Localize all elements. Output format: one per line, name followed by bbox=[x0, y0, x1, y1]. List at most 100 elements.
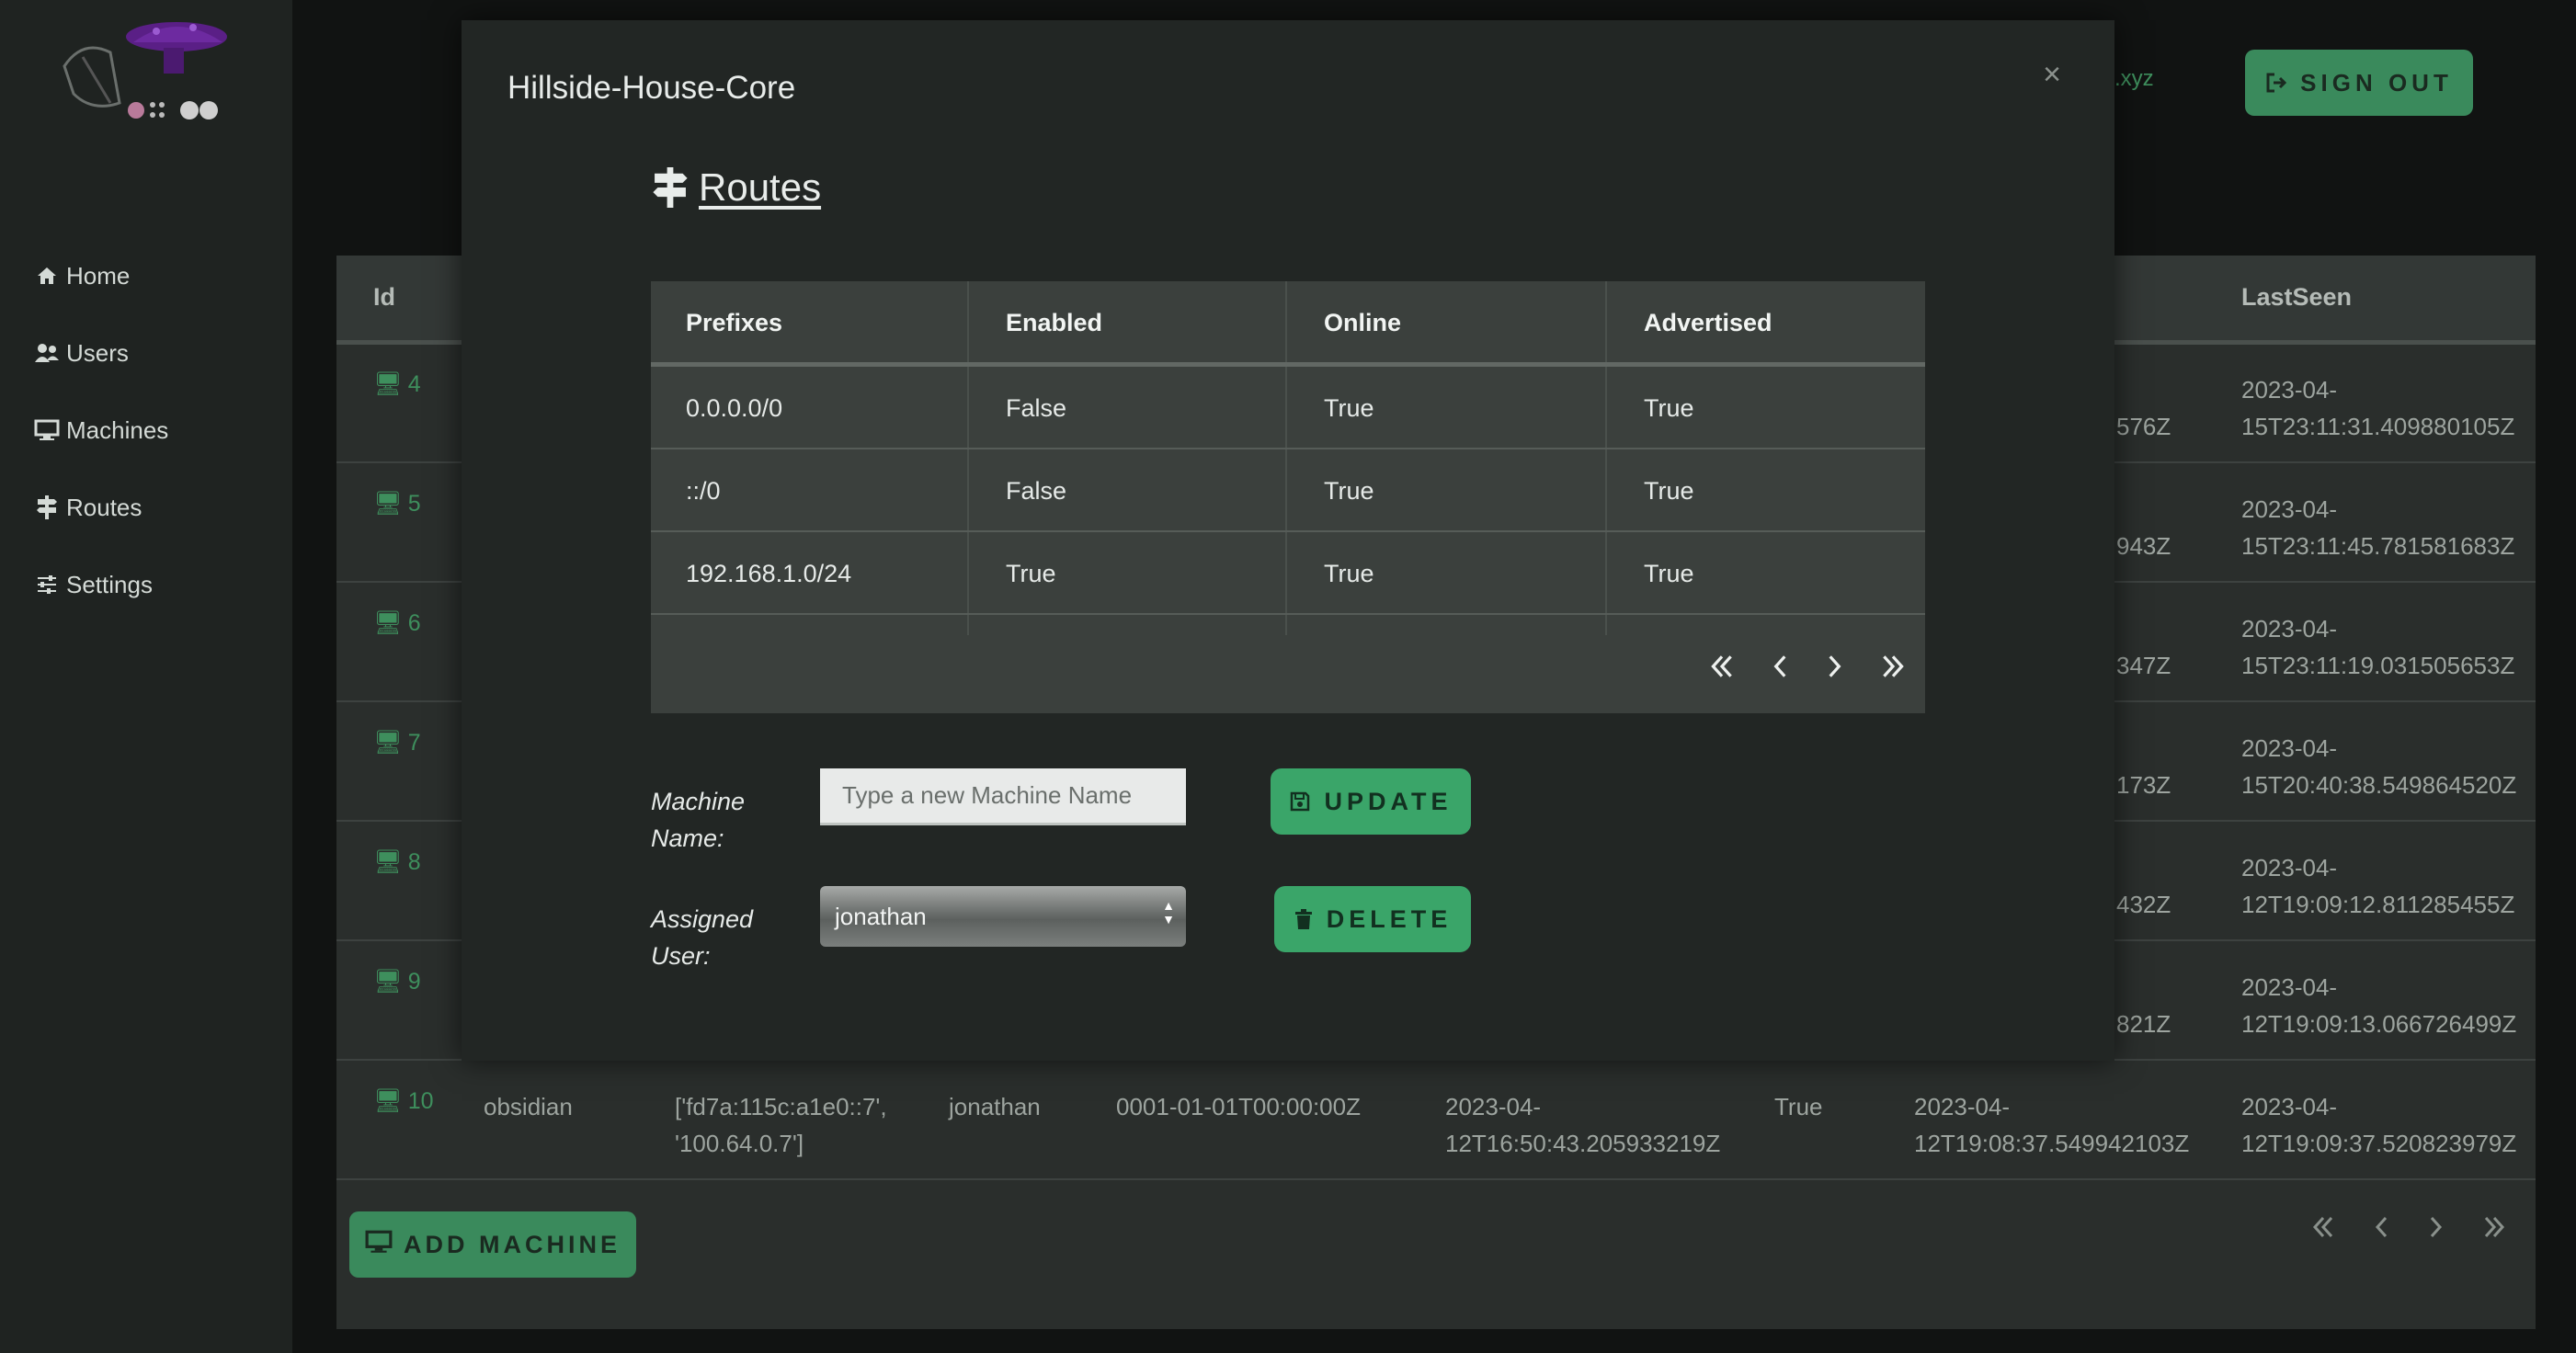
next-page-icon[interactable] bbox=[1813, 645, 1855, 688]
sidebar-item-home[interactable]: Home bbox=[33, 248, 130, 303]
route-prefix: ::/0 bbox=[686, 477, 721, 505]
table-cell-lastseen: 2023-04-12T19:09:13.066726499Z bbox=[2241, 973, 2517, 1038]
machine-id-link[interactable]: 🖥 8 bbox=[373, 849, 421, 876]
assigned-user-label: Assigned User: bbox=[651, 905, 754, 970]
last-page-icon[interactable] bbox=[2471, 1204, 2517, 1250]
column-header-enabled: Enabled bbox=[1006, 309, 1103, 336]
table-cell-lastseen: 2023-04-15T20:40:38.549864520Z bbox=[2241, 734, 2517, 799]
home-icon bbox=[33, 262, 61, 290]
trash-icon bbox=[1294, 909, 1312, 929]
table-cell: 173Z bbox=[2116, 771, 2171, 799]
route-enabled[interactable]: False bbox=[1006, 477, 1066, 506]
column-header-id: Id bbox=[373, 283, 395, 311]
machine-id-link[interactable]: 🖥 4 bbox=[373, 371, 421, 398]
table-row[interactable]: ::/0 False True True bbox=[651, 449, 1925, 532]
desktop-icon: 🖥 bbox=[373, 969, 403, 995]
signpost-icon bbox=[33, 494, 61, 521]
save-icon bbox=[1291, 791, 1310, 812]
machine-name-label: Machine Name: bbox=[651, 788, 746, 852]
prev-page-icon[interactable] bbox=[2359, 1204, 2405, 1250]
sliders-icon bbox=[33, 571, 61, 598]
table-cell-lastseen: 2023-04-12T19:09:12.811285455Z bbox=[2241, 854, 2515, 918]
desktop-icon bbox=[33, 416, 61, 444]
signpost-icon bbox=[653, 167, 688, 208]
table-cell-ips: ['fd7a:115c:a1e0::7', '100.64.0.7'] bbox=[675, 1093, 887, 1157]
sidebar-item-label: Settings bbox=[66, 570, 153, 598]
machine-id-link[interactable]: 🖥 7 bbox=[373, 730, 421, 756]
routes-heading-link[interactable]: Routes bbox=[699, 165, 821, 210]
sidebar-item-machines[interactable]: Machines bbox=[33, 403, 168, 458]
table-row[interactable]: 192.168.1.0/24 True True True bbox=[651, 532, 1925, 615]
sidebar-item-routes[interactable]: Routes bbox=[33, 480, 142, 535]
desktop-icon: 🖥 bbox=[373, 730, 403, 756]
desktop-icon: 🖥 bbox=[373, 849, 403, 875]
desktop-icon: 🖥 bbox=[373, 371, 403, 397]
route-advertised: True bbox=[1644, 394, 1694, 422]
sign-out-button[interactable]: SIGN OUT bbox=[2245, 50, 2473, 116]
add-machine-button[interactable]: ADD MACHINE bbox=[349, 1211, 636, 1278]
route-online: True bbox=[1324, 560, 1374, 587]
table-cell-lastseen: 2023-04-12T19:09:37.520823979Z bbox=[2241, 1093, 2517, 1157]
assigned-user-select[interactable]: jonathan ▲ ▼ bbox=[820, 886, 1186, 947]
machine-id-link[interactable]: 🖥 5 bbox=[373, 491, 421, 517]
machine-id-link[interactable]: 🖥 9 bbox=[373, 969, 421, 995]
machine-name-input[interactable] bbox=[820, 768, 1186, 825]
users-icon bbox=[33, 339, 61, 367]
app-logo bbox=[63, 22, 227, 119]
table-cell-name: obsidian bbox=[484, 1093, 573, 1120]
route-enabled[interactable]: True bbox=[1006, 560, 1056, 588]
sidebar-item-label: Machines bbox=[66, 415, 169, 444]
next-page-icon[interactable] bbox=[2412, 1204, 2458, 1250]
select-arrows-icon: ▲ ▼ bbox=[1162, 898, 1175, 927]
route-prefix: 0.0.0.0/0 bbox=[686, 394, 783, 422]
table-cell-user: jonathan bbox=[949, 1093, 1041, 1120]
sidebar-item-label: Routes bbox=[66, 493, 142, 521]
column-header-lastseen: LastSeen bbox=[2241, 283, 2353, 311]
column-header-prefixes: Prefixes bbox=[686, 309, 783, 336]
sidebar: Home Users Machines Routes Settings bbox=[0, 0, 292, 1353]
desktop-icon bbox=[365, 1230, 393, 1260]
table-row[interactable]: 🖥 10 obsidian ['fd7a:115c:a1e0::7', '100.… bbox=[336, 1061, 2536, 1180]
table-cell: 943Z bbox=[2116, 532, 2171, 560]
table-cell-lastseen: 2023-04-15T23:11:45.781581683Z bbox=[2241, 495, 2515, 560]
machine-id-link[interactable]: 🖥 6 bbox=[373, 610, 421, 637]
table-cell-online: True bbox=[1774, 1093, 1823, 1120]
route-advertised: True bbox=[1644, 560, 1694, 587]
table-cell: 821Z bbox=[2116, 1010, 2171, 1038]
update-button[interactable]: UPDATE bbox=[1271, 768, 1471, 835]
first-page-icon[interactable] bbox=[2300, 1204, 2346, 1250]
table-cell-updated: 2023-04-12T19:08:37.549942103Z bbox=[1914, 1093, 2190, 1157]
sidebar-item-users[interactable]: Users bbox=[33, 325, 129, 381]
table-cell: 432Z bbox=[2116, 891, 2171, 918]
table-cell-lastseen: 2023-04-15T23:11:19.031505653Z bbox=[2241, 615, 2515, 679]
modal-title: Hillside-House-Core bbox=[507, 70, 796, 106]
routes-heading: Routes bbox=[651, 165, 821, 210]
desktop-icon: 🖥 bbox=[373, 1088, 403, 1114]
table-cell-expiry: 0001-01-01T00:00:00Z bbox=[1116, 1093, 1361, 1120]
table-cell-created: 2023-04-12T16:50:43.205933219Z bbox=[1445, 1093, 1721, 1157]
machine-id-link[interactable]: 🖥 10 bbox=[373, 1088, 434, 1115]
sidebar-item-label: Users bbox=[66, 338, 129, 367]
desktop-icon: 🖥 bbox=[373, 610, 403, 636]
machine-modal: Hillside-House-Core × Routes Prefixes En… bbox=[462, 20, 2114, 1061]
desktop-icon: 🖥 bbox=[373, 491, 403, 517]
prev-page-icon[interactable] bbox=[1760, 645, 1802, 688]
table-row[interactable]: 0.0.0.0/0 False True True bbox=[651, 367, 1925, 449]
table-cell: 576Z bbox=[2116, 413, 2171, 440]
route-enabled[interactable]: False bbox=[1006, 394, 1066, 423]
table-cell-lastseen: 2023-04-15T23:11:31.409880105Z bbox=[2241, 376, 2515, 440]
routes-table: Prefixes Enabled Online Advertised 0.0.0… bbox=[651, 281, 1925, 713]
close-icon[interactable]: × bbox=[2043, 57, 2061, 93]
sidebar-item-settings[interactable]: Settings bbox=[33, 557, 153, 612]
first-page-icon[interactable] bbox=[1701, 645, 1743, 688]
column-header-advertised: Advertised bbox=[1644, 309, 1772, 336]
route-advertised: True bbox=[1644, 477, 1694, 505]
route-prefix: 192.168.1.0/24 bbox=[686, 560, 852, 587]
route-online: True bbox=[1324, 394, 1374, 422]
last-page-icon[interactable] bbox=[1872, 645, 1914, 688]
route-online: True bbox=[1324, 477, 1374, 505]
sign-out-icon bbox=[2266, 73, 2287, 93]
sidebar-item-label: Home bbox=[66, 261, 131, 290]
table-cell: 347Z bbox=[2116, 652, 2171, 679]
delete-button[interactable]: DELETE bbox=[1274, 886, 1471, 952]
